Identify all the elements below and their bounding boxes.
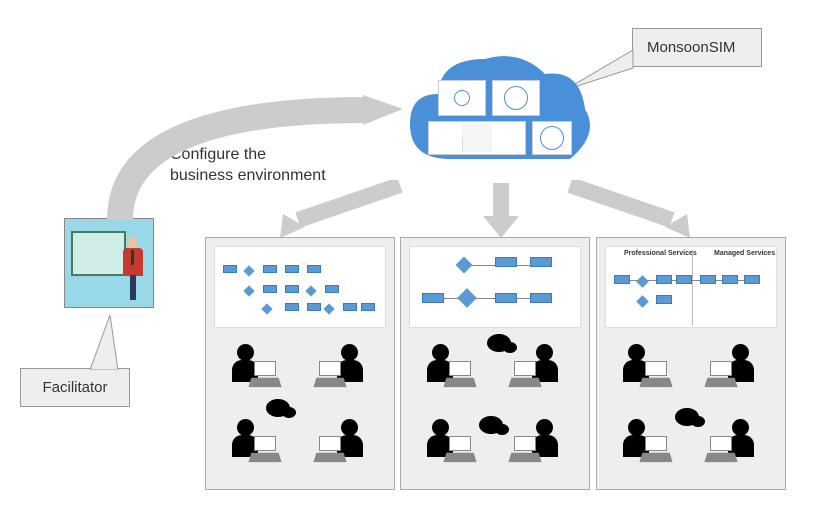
cloud bbox=[400, 44, 595, 184]
cloud-thumb-4 bbox=[532, 121, 572, 155]
speech-bubble-icon bbox=[266, 399, 290, 417]
facilitator-label: Facilitator bbox=[42, 379, 107, 396]
header-managed: Managed Services bbox=[714, 250, 775, 257]
team-panel-3: Professional Services Managed Services bbox=[596, 237, 786, 490]
team-icon-2 bbox=[409, 336, 581, 486]
facilitator-callout: Facilitator bbox=[20, 368, 130, 407]
process-diagram-2 bbox=[409, 246, 581, 328]
cloud-thumb-1 bbox=[438, 80, 486, 116]
facilitator-image bbox=[64, 218, 154, 308]
team-panel-1 bbox=[205, 237, 395, 490]
header-prof: Professional Services bbox=[624, 250, 697, 257]
arrow-to-panel-3 bbox=[560, 180, 690, 240]
monsoonsim-label: MonsoonSIM bbox=[647, 39, 735, 56]
arrow-to-panel-1 bbox=[280, 180, 410, 240]
team-icon-1 bbox=[214, 336, 386, 486]
arrow-to-panel-2 bbox=[483, 183, 519, 238]
team-panel-2 bbox=[400, 237, 590, 490]
process-diagram-3: Professional Services Managed Services bbox=[605, 246, 777, 328]
team-icon-3 bbox=[605, 336, 777, 486]
speech-bubble-icon bbox=[487, 334, 511, 352]
cloud-thumb-2 bbox=[492, 80, 540, 116]
facilitator-pointer bbox=[90, 315, 130, 370]
process-diagram-1 bbox=[214, 246, 386, 328]
speech-bubble-icon bbox=[675, 408, 699, 426]
speech-bubble-icon bbox=[479, 416, 503, 434]
cloud-thumb-3 bbox=[428, 121, 526, 155]
monsoonsim-callout: MonsoonSIM bbox=[632, 28, 762, 67]
